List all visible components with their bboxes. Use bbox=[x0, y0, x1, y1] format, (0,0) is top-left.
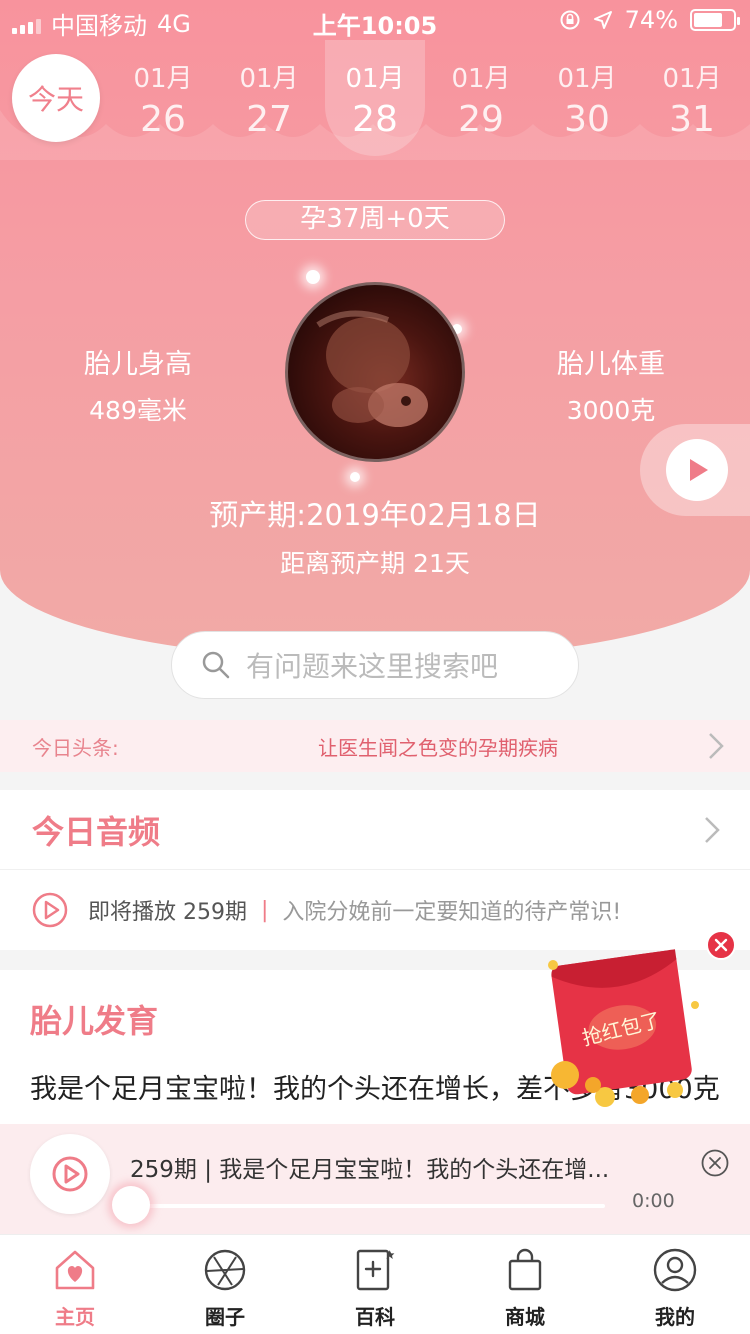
tab-label: 商城 bbox=[505, 1305, 545, 1329]
date-day: 29 bbox=[458, 99, 504, 140]
date-day: 27 bbox=[246, 99, 292, 140]
date-month: 01月 bbox=[557, 64, 617, 94]
play-icon bbox=[690, 459, 708, 481]
play-circle-icon bbox=[32, 892, 68, 928]
fetus-image[interactable] bbox=[285, 282, 465, 462]
tab-me[interactable]: 我的 bbox=[600, 1235, 750, 1334]
chevron-right-icon bbox=[705, 817, 720, 843]
tab-label: 我的 bbox=[655, 1305, 695, 1329]
episode-description: 入院分娩前一定要知道的待产常识! bbox=[282, 900, 622, 925]
due-countdown: 距离预产期 21天 bbox=[280, 549, 470, 578]
fetal-height-value: 489毫米 bbox=[89, 396, 187, 425]
search-input[interactable]: 有问题来这里搜索吧 bbox=[171, 631, 579, 699]
section-title: 今日音频 bbox=[32, 812, 161, 851]
tab-label: 百科 bbox=[355, 1305, 395, 1329]
player-close-button[interactable] bbox=[700, 1148, 730, 1178]
separator: | bbox=[261, 897, 269, 923]
progress-knob[interactable] bbox=[112, 1186, 150, 1224]
due-date: 预产期:2019年02月18日 bbox=[209, 498, 541, 532]
date-day: 30 bbox=[564, 99, 610, 140]
date-month: 01月 bbox=[133, 64, 193, 94]
headline-title[interactable]: 让医生闻之色变的孕期疾病 bbox=[318, 732, 558, 761]
pregnancy-week-badge: 孕37周+0天 bbox=[245, 200, 505, 240]
upcoming-episode: 即将播放 259期 bbox=[88, 900, 247, 925]
date-month: 01月 bbox=[345, 64, 405, 94]
today-button[interactable]: 今天 bbox=[12, 54, 100, 142]
home-heart-icon bbox=[55, 1250, 95, 1290]
date-item[interactable]: 01月 29 bbox=[428, 58, 534, 140]
circle-aperture-icon bbox=[204, 1249, 246, 1291]
play-circle-icon bbox=[52, 1156, 88, 1192]
close-icon bbox=[714, 938, 728, 952]
book-plus-icon bbox=[356, 1249, 395, 1291]
headline-row[interactable]: 今日头条: 让医生闻之色变的孕期疾病 bbox=[0, 720, 750, 772]
date-item[interactable]: 01月 26 bbox=[110, 58, 216, 140]
chevron-right-icon bbox=[709, 733, 724, 759]
date-strip: 今天 01月 26 01月 27 01月 28 01月 29 01月 30 01… bbox=[0, 40, 750, 160]
battery-percent: 74% bbox=[624, 6, 678, 34]
date-day: 28 bbox=[352, 99, 398, 140]
today-audio-section: 今日音频 即将播放 259期 | 入院分娩前一定要知道的待产常识! bbox=[0, 790, 750, 950]
today-audio-header[interactable]: 今日音频 bbox=[0, 790, 750, 870]
status-bar: 中国移动 4G 上午10:05 74% bbox=[0, 0, 750, 40]
shopping-bag-icon bbox=[508, 1248, 542, 1291]
tab-label: 主页 bbox=[55, 1305, 95, 1329]
fetal-height: 胎儿身高 489毫米 bbox=[38, 342, 238, 427]
player-play-button[interactable] bbox=[30, 1134, 110, 1214]
sparkle-decoration bbox=[306, 270, 320, 284]
date-month: 01月 bbox=[662, 64, 722, 94]
tab-home[interactable]: 主页 bbox=[0, 1235, 150, 1334]
tab-label: 圈子 bbox=[205, 1305, 245, 1329]
fetal-weight-value: 3000克 bbox=[566, 396, 656, 425]
search-icon bbox=[202, 651, 230, 679]
date-day: 26 bbox=[140, 99, 186, 140]
user-icon bbox=[653, 1248, 697, 1292]
date-month: 01月 bbox=[451, 64, 511, 94]
fetal-weight: 胎儿体重 3000克 bbox=[511, 342, 711, 427]
sparkle-decoration bbox=[350, 472, 360, 482]
fetal-height-label: 胎儿身高 bbox=[84, 349, 192, 380]
date-item[interactable]: 01月 27 bbox=[216, 58, 322, 140]
rotation-lock-icon bbox=[560, 10, 580, 30]
bottom-tab-bar: 主页 圈子 百科 商城 我的 bbox=[0, 1234, 750, 1334]
battery-icon bbox=[690, 9, 740, 31]
upcoming-audio-row[interactable]: 即将播放 259期 | 入院分娩前一定要知道的待产常识! bbox=[0, 870, 750, 950]
tab-shop[interactable]: 商城 bbox=[450, 1235, 600, 1334]
tab-circle[interactable]: 圈子 bbox=[150, 1235, 300, 1334]
date-day: 31 bbox=[669, 99, 715, 140]
tab-encyclopedia[interactable]: 百科 bbox=[300, 1235, 450, 1334]
headline-tag: 今日头条: bbox=[32, 735, 119, 760]
red-packet-promo[interactable]: 抢红包了 bbox=[545, 945, 705, 1115]
progress-track[interactable] bbox=[130, 1204, 605, 1208]
date-item[interactable]: 01月 31 bbox=[639, 58, 745, 140]
fetal-weight-label: 胎儿体重 bbox=[557, 349, 665, 380]
date-item[interactable]: 01月 30 bbox=[534, 58, 640, 140]
date-item-active[interactable]: 01月 28 bbox=[322, 58, 428, 140]
section-title: 胎儿发育 bbox=[30, 1002, 159, 1040]
mini-audio-player: 259期 | 我是个足月宝宝啦！我的个头还在增... 0:00 bbox=[0, 1124, 750, 1234]
close-red-packet-button[interactable] bbox=[706, 930, 736, 960]
location-arrow-icon bbox=[593, 11, 612, 29]
fetus-illustration bbox=[316, 310, 428, 427]
date-month: 01月 bbox=[239, 64, 299, 94]
player-track-title: 259期 | 我是个足月宝宝啦！我的个头还在增... bbox=[130, 1157, 610, 1183]
search-placeholder: 有问题来这里搜索吧 bbox=[246, 650, 499, 683]
player-time: 0:00 bbox=[632, 1190, 675, 1212]
